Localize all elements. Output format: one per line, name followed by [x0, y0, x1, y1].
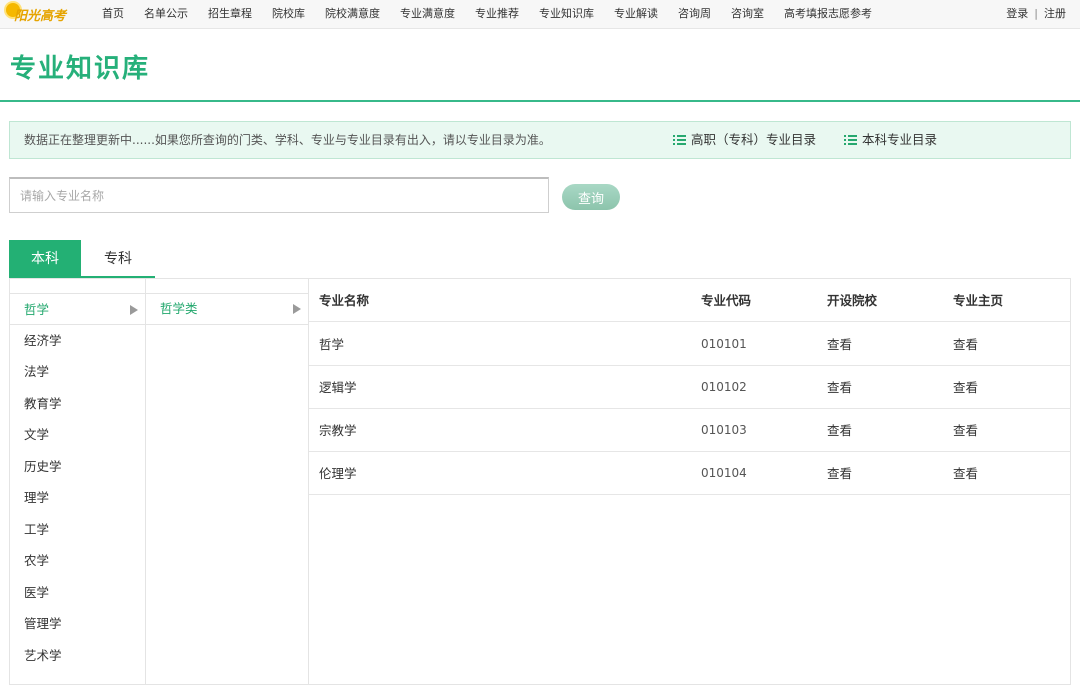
category-item-education[interactable]: 教育学 — [10, 388, 146, 420]
view-schools-link[interactable]: 查看 — [827, 366, 852, 409]
vocational-catalog-link[interactable]: 高职（专科）专业目录 — [673, 122, 816, 158]
site-logo[interactable]: 阳光高考 — [6, 2, 76, 26]
table-row: 伦理学 010104 查看 查看 — [309, 452, 1070, 495]
nav-item-college-satisfaction[interactable]: 院校满意度 — [315, 0, 390, 28]
nav-item-major-interpretation[interactable]: 专业解读 — [604, 0, 668, 28]
major-code: 010102 — [701, 380, 747, 394]
header-major-home: 专业主页 — [953, 293, 1004, 308]
category-item-management[interactable]: 管理学 — [10, 608, 146, 640]
view-major-home-link[interactable]: 查看 — [953, 366, 978, 409]
table-row: 宗教学 010103 查看 查看 — [309, 409, 1070, 452]
major-name: 哲学 — [319, 337, 345, 352]
table-row: 哲学 010101 查看 查看 — [309, 323, 1070, 366]
view-major-home-link[interactable]: 查看 — [953, 452, 978, 495]
nav-menu: 首页 名单公示 招生章程 院校库 院校满意度 专业满意度 专业推荐 专业知识库 … — [92, 0, 882, 28]
view-schools-link[interactable]: 查看 — [827, 409, 852, 452]
register-link[interactable]: 注册 — [1044, 0, 1066, 28]
nav-item-major-recommend[interactable]: 专业推荐 — [465, 0, 529, 28]
view-schools-link[interactable]: 查看 — [827, 323, 852, 366]
notice-bar: 数据正在整理更新中......如果您所查询的门类、学科、专业与专业目录有出入，请… — [9, 121, 1071, 159]
nav-item-home[interactable]: 首页 — [92, 0, 134, 28]
auth-separator: | — [1034, 7, 1038, 20]
subcategory-item-philosophy-class[interactable]: 哲学类 — [146, 293, 309, 325]
major-name: 伦理学 — [319, 466, 357, 481]
category-label: 哲学 — [24, 302, 50, 317]
tab-vocational[interactable]: 专科 — [81, 240, 155, 278]
header-major-name: 专业名称 — [319, 293, 370, 308]
nav-item-application-reference[interactable]: 高考填报志愿参考 — [774, 0, 882, 28]
category-item-philosophy[interactable]: 哲学 — [10, 293, 146, 325]
header-schools: 开设院校 — [827, 293, 878, 308]
view-major-home-link[interactable]: 查看 — [953, 409, 978, 452]
major-code: 010101 — [701, 337, 747, 351]
vocational-catalog-label: 高职（专科）专业目录 — [691, 132, 817, 147]
category-item-agriculture[interactable]: 农学 — [10, 545, 146, 577]
nav-item-consult-week[interactable]: 咨询周 — [668, 0, 721, 28]
triangle-right-icon — [130, 305, 138, 315]
major-search-input[interactable] — [9, 177, 549, 213]
major-browser-panel: 哲学 经济学 法学 教育学 文学 历史学 理学 工学 农学 医学 管理学 艺术学… — [9, 278, 1071, 685]
table-row: 逻辑学 010102 查看 查看 — [309, 366, 1070, 409]
category-list: 哲学 经济学 法学 教育学 文学 历史学 理学 工学 农学 医学 管理学 艺术学 — [10, 279, 146, 684]
undergrad-catalog-label: 本科专业目录 — [862, 132, 938, 147]
logo-text: 阳光高考 — [14, 9, 67, 24]
list-icon — [673, 135, 686, 145]
triangle-right-icon — [293, 304, 301, 314]
notice-text: 数据正在整理更新中......如果您所查询的门类、学科、专业与专业目录有出入，请… — [24, 133, 551, 147]
category-item-arts[interactable]: 艺术学 — [10, 640, 146, 672]
subcategory-label: 哲学类 — [160, 301, 198, 316]
nav-item-list-public[interactable]: 名单公示 — [134, 0, 198, 28]
nav-item-admission-rules[interactable]: 招生章程 — [198, 0, 262, 28]
category-item-literature[interactable]: 文学 — [10, 419, 146, 451]
category-item-history[interactable]: 历史学 — [10, 451, 146, 483]
table-header-row: 专业名称 专业代码 开设院校 专业主页 — [309, 279, 1070, 322]
major-code: 010103 — [701, 423, 747, 437]
tab-undergraduate[interactable]: 本科 — [9, 240, 81, 278]
category-item-science[interactable]: 理学 — [10, 482, 146, 514]
nav-item-major-satisfaction[interactable]: 专业满意度 — [390, 0, 465, 28]
nav-item-major-knowledge[interactable]: 专业知识库 — [529, 0, 604, 28]
title-divider — [0, 100, 1080, 102]
category-item-economics[interactable]: 经济学 — [10, 325, 146, 357]
top-nav-bar: 阳光高考 首页 名单公示 招生章程 院校库 院校满意度 专业满意度 专业推荐 专… — [0, 0, 1080, 29]
category-item-engineering[interactable]: 工学 — [10, 514, 146, 546]
nav-item-consult-room[interactable]: 咨询室 — [721, 0, 774, 28]
category-item-law[interactable]: 法学 — [10, 356, 146, 388]
view-major-home-link[interactable]: 查看 — [953, 323, 978, 366]
header-major-code: 专业代码 — [701, 293, 752, 308]
major-name: 逻辑学 — [319, 380, 357, 395]
search-button[interactable]: 查询 — [562, 184, 620, 210]
major-code: 010104 — [701, 466, 747, 480]
undergrad-catalog-link[interactable]: 本科专业目录 — [844, 122, 937, 158]
category-item-medicine[interactable]: 医学 — [10, 577, 146, 609]
major-name: 宗教学 — [319, 423, 357, 438]
login-link[interactable]: 登录 — [1006, 0, 1028, 28]
auth-links: 登录 | 注册 — [1006, 0, 1066, 28]
view-schools-link[interactable]: 查看 — [827, 452, 852, 495]
nav-item-college-db[interactable]: 院校库 — [262, 0, 315, 28]
list-icon — [844, 135, 857, 145]
page-title: 专业知识库 — [10, 54, 151, 84]
subcategory-list: 哲学类 — [146, 279, 309, 684]
